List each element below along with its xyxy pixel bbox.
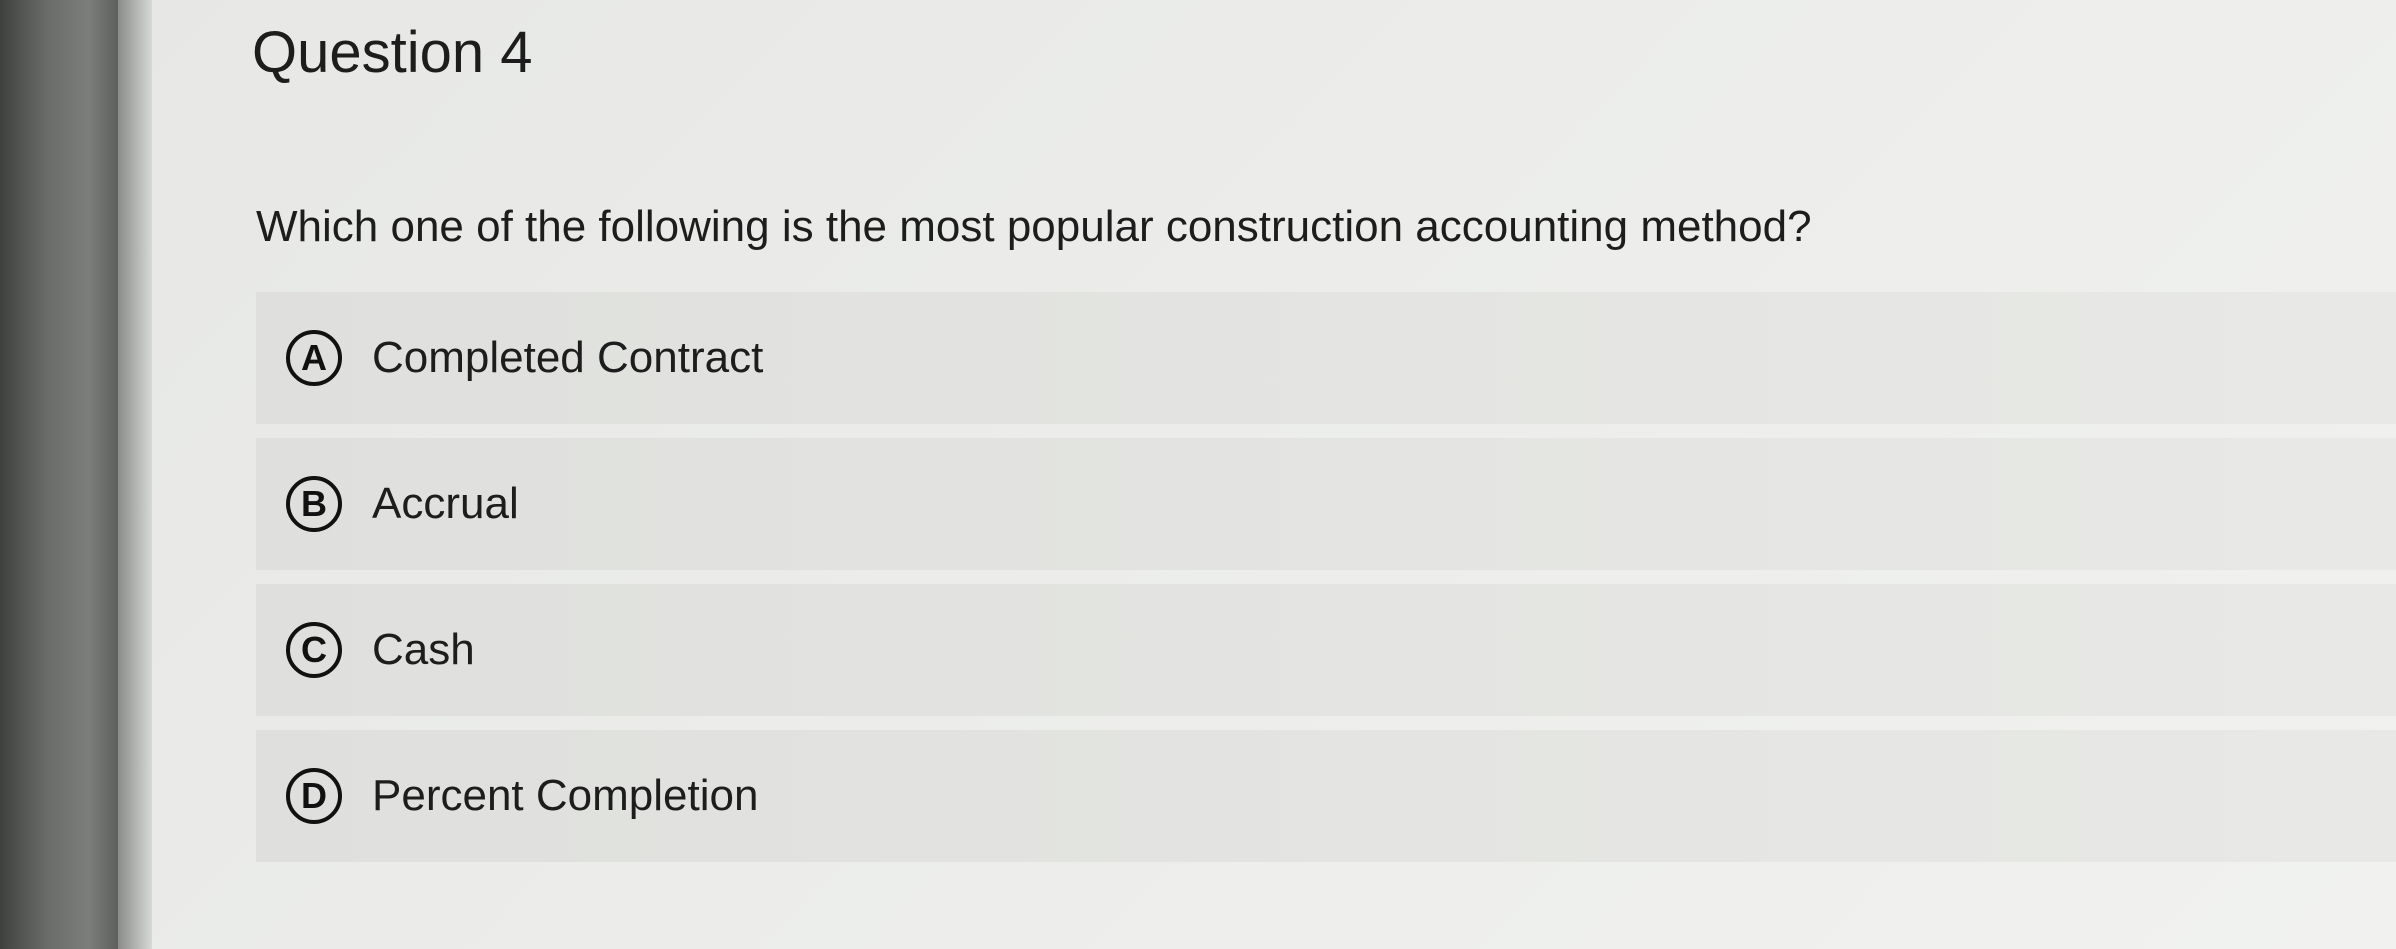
answer-options: A Completed Contract B Accrual C Cash D … bbox=[256, 292, 2396, 876]
option-d-bubble[interactable]: D bbox=[286, 768, 342, 824]
question-prompt: Which one of the following is the most p… bbox=[256, 202, 1812, 251]
option-b-label: Accrual bbox=[372, 479, 519, 528]
option-d-label: Percent Completion bbox=[372, 771, 759, 820]
screen-bezel bbox=[0, 0, 118, 949]
option-a[interactable]: A Completed Contract bbox=[256, 292, 2396, 424]
left-page-edge bbox=[118, 0, 152, 949]
option-a-label: Completed Contract bbox=[372, 333, 764, 382]
option-d[interactable]: D Percent Completion bbox=[256, 730, 2396, 862]
option-b-bubble[interactable]: B bbox=[286, 476, 342, 532]
option-b[interactable]: B Accrual bbox=[256, 438, 2396, 570]
option-c-label: Cash bbox=[372, 625, 475, 674]
question-title: Question 4 bbox=[252, 20, 533, 85]
option-c-bubble[interactable]: C bbox=[286, 622, 342, 678]
option-a-bubble[interactable]: A bbox=[286, 330, 342, 386]
option-c[interactable]: C Cash bbox=[256, 584, 2396, 716]
